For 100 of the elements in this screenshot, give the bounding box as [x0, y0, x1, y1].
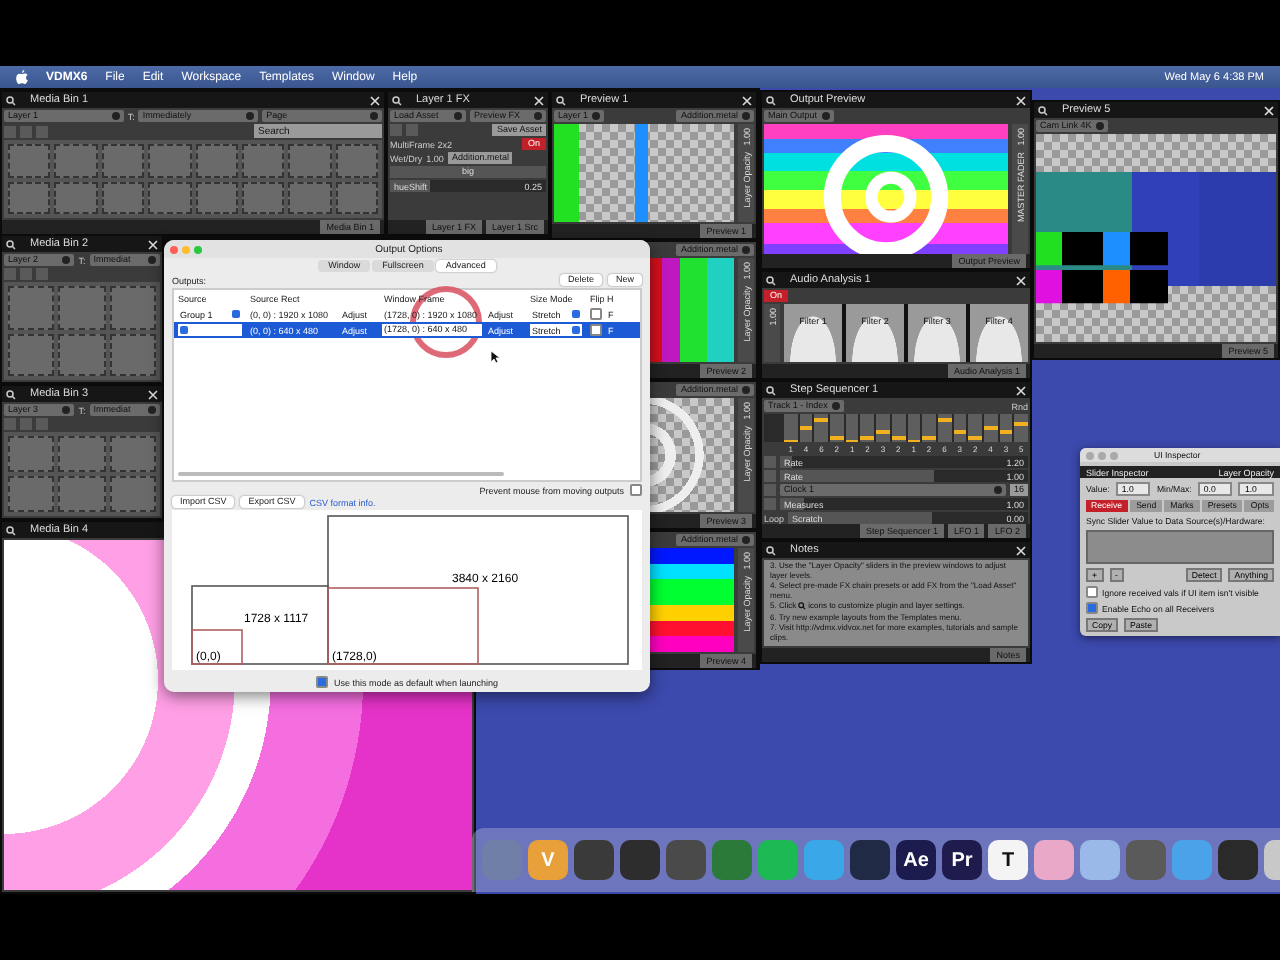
- app-icon[interactable]: [758, 840, 798, 880]
- media-slot[interactable]: [58, 286, 106, 329]
- app-icon[interactable]: Ae: [896, 840, 936, 880]
- media-slot[interactable]: [8, 333, 55, 376]
- close-icon[interactable]: [148, 389, 158, 399]
- caret-icon: [742, 112, 750, 120]
- media-slot[interactable]: [241, 181, 285, 214]
- media-slot[interactable]: [109, 286, 156, 329]
- search-icon[interactable]: [6, 389, 16, 399]
- app-icon[interactable]: [666, 840, 706, 880]
- media-slot[interactable]: [8, 286, 55, 329]
- media-slot[interactable]: [148, 181, 191, 214]
- notes-text-area[interactable]: [764, 560, 1028, 646]
- search-icon[interactable]: [392, 95, 402, 105]
- search-icon[interactable]: [6, 95, 16, 105]
- media-slot[interactable]: [288, 144, 332, 177]
- app-icon[interactable]: [1126, 840, 1166, 880]
- close-icon[interactable]: [1016, 275, 1026, 285]
- close-icon[interactable]: [148, 239, 158, 249]
- minimize-icon[interactable]: [1098, 451, 1106, 459]
- media-slot[interactable]: [58, 333, 106, 376]
- apple-icon[interactable]: [16, 70, 28, 84]
- step-column[interactable]: [799, 414, 813, 442]
- source-dropdown[interactable]: [178, 324, 242, 336]
- media-slot[interactable]: [195, 144, 238, 177]
- caret-icon: [742, 246, 750, 254]
- flip-checkbox[interactable]: [590, 308, 602, 320]
- zoom-icon[interactable]: [194, 245, 202, 253]
- close-icon[interactable]: [1016, 95, 1026, 105]
- app-icon[interactable]: [1172, 840, 1212, 880]
- media-slot[interactable]: [58, 436, 106, 472]
- app-icon[interactable]: [574, 840, 614, 880]
- step-column[interactable]: [999, 414, 1013, 442]
- caret-icon: [246, 112, 255, 120]
- step-column[interactable]: [860, 414, 875, 442]
- media-slot[interactable]: [8, 436, 55, 472]
- app-icon[interactable]: [1034, 840, 1074, 880]
- step-column[interactable]: [953, 414, 967, 442]
- search-icon[interactable]: [766, 545, 776, 555]
- media-slot[interactable]: [195, 181, 238, 214]
- app-icon[interactable]: [620, 840, 660, 880]
- search-icon[interactable]: [6, 525, 16, 535]
- close-icon[interactable]: [1264, 105, 1274, 115]
- minimize-icon[interactable]: [182, 245, 190, 253]
- app-icon[interactable]: [804, 840, 844, 880]
- step-column[interactable]: [814, 414, 829, 442]
- step-column[interactable]: [830, 414, 844, 442]
- app-icon[interactable]: Pr: [942, 840, 982, 880]
- step-column[interactable]: [922, 414, 936, 442]
- close-icon[interactable]: [1016, 545, 1026, 555]
- search-icon[interactable]: [766, 385, 776, 395]
- media-slot[interactable]: [8, 144, 51, 177]
- app-icon[interactable]: [850, 840, 890, 880]
- media-slot[interactable]: [8, 476, 55, 512]
- media-slot[interactable]: [54, 144, 98, 177]
- step-column[interactable]: [845, 414, 859, 442]
- step-column[interactable]: [784, 414, 798, 442]
- caret-icon: [592, 112, 601, 120]
- search-icon[interactable]: [6, 239, 16, 249]
- media-slot[interactable]: [109, 333, 156, 376]
- caret-icon: [993, 486, 1002, 494]
- step-column[interactable]: [983, 414, 998, 442]
- step-column[interactable]: [937, 414, 952, 442]
- media-slot[interactable]: [241, 144, 285, 177]
- media-slot[interactable]: [101, 144, 145, 177]
- flip-checkbox[interactable]: [590, 324, 602, 336]
- step-column[interactable]: [891, 414, 905, 442]
- app-icon[interactable]: [1080, 840, 1120, 880]
- close-icon[interactable]: [1016, 385, 1026, 395]
- media-slot[interactable]: [109, 436, 156, 472]
- media-slot[interactable]: [335, 144, 378, 177]
- zoom-icon[interactable]: [1110, 451, 1118, 459]
- media-slot[interactable]: [109, 476, 156, 512]
- search-icon[interactable]: [766, 95, 776, 105]
- step-column[interactable]: [1014, 414, 1028, 442]
- step-column[interactable]: [907, 414, 921, 442]
- media-slot[interactable]: [8, 181, 51, 214]
- checkbox[interactable]: [1086, 586, 1098, 598]
- media-slot[interactable]: [58, 476, 106, 512]
- close-icon[interactable]: [742, 95, 752, 105]
- search-icon[interactable]: [556, 95, 566, 105]
- app-icon[interactable]: [1218, 840, 1258, 880]
- media-slot[interactable]: [148, 144, 191, 177]
- checkbox[interactable]: [630, 484, 642, 496]
- caret-icon: [62, 406, 71, 414]
- checkbox[interactable]: [315, 676, 328, 688]
- media-slot[interactable]: [288, 181, 332, 214]
- receiver-list[interactable]: [1086, 530, 1274, 564]
- media-slot[interactable]: [335, 181, 378, 214]
- step-column[interactable]: [968, 414, 982, 442]
- search-icon[interactable]: [766, 275, 776, 285]
- app-icon[interactable]: T: [988, 840, 1028, 880]
- close-icon[interactable]: [534, 95, 544, 105]
- search-icon[interactable]: [1038, 105, 1048, 115]
- step-column[interactable]: [876, 414, 890, 442]
- close-icon[interactable]: [370, 95, 380, 105]
- caret-icon: [148, 256, 157, 264]
- checkbox[interactable]: [1086, 602, 1098, 614]
- media-slot[interactable]: [54, 181, 98, 214]
- media-slot[interactable]: [101, 181, 145, 214]
